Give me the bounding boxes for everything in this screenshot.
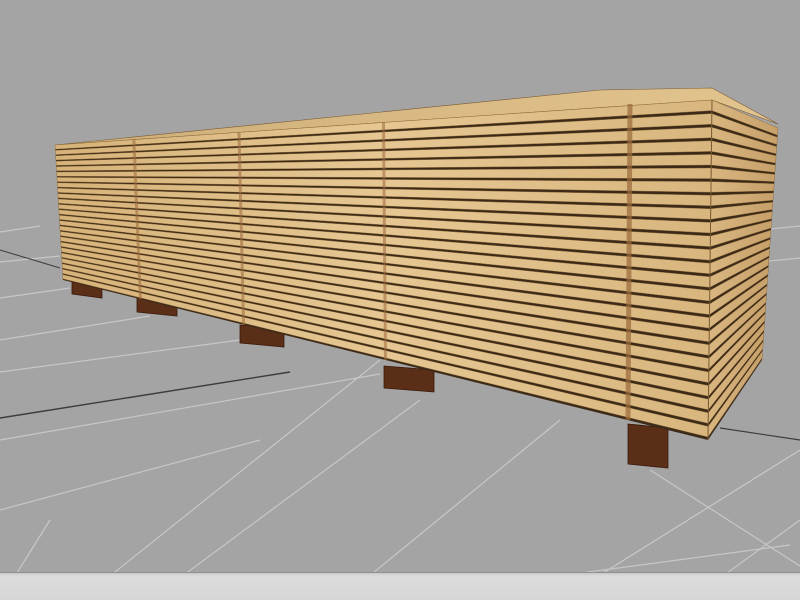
board-side [710, 181, 775, 193]
3d-viewport[interactable] [0, 0, 800, 600]
bottom-status-bar [0, 572, 800, 600]
sticker-column [382, 122, 387, 361]
grid-line [0, 287, 71, 299]
grid-line [79, 359, 381, 600]
skid [627, 423, 669, 469]
scene-canvas[interactable] [0, 0, 800, 600]
grid-line [0, 339, 241, 373]
grid-axis-line [0, 371, 291, 419]
grid-line [0, 225, 41, 233]
sticker-column [625, 103, 633, 421]
grid-line [649, 469, 800, 567]
grid-line [0, 315, 151, 341]
grid-line [0, 439, 261, 511]
grid-axis-line [719, 427, 800, 441]
grid-line [0, 373, 381, 441]
grid-axis-line [0, 249, 61, 269]
grid-line [149, 399, 421, 600]
